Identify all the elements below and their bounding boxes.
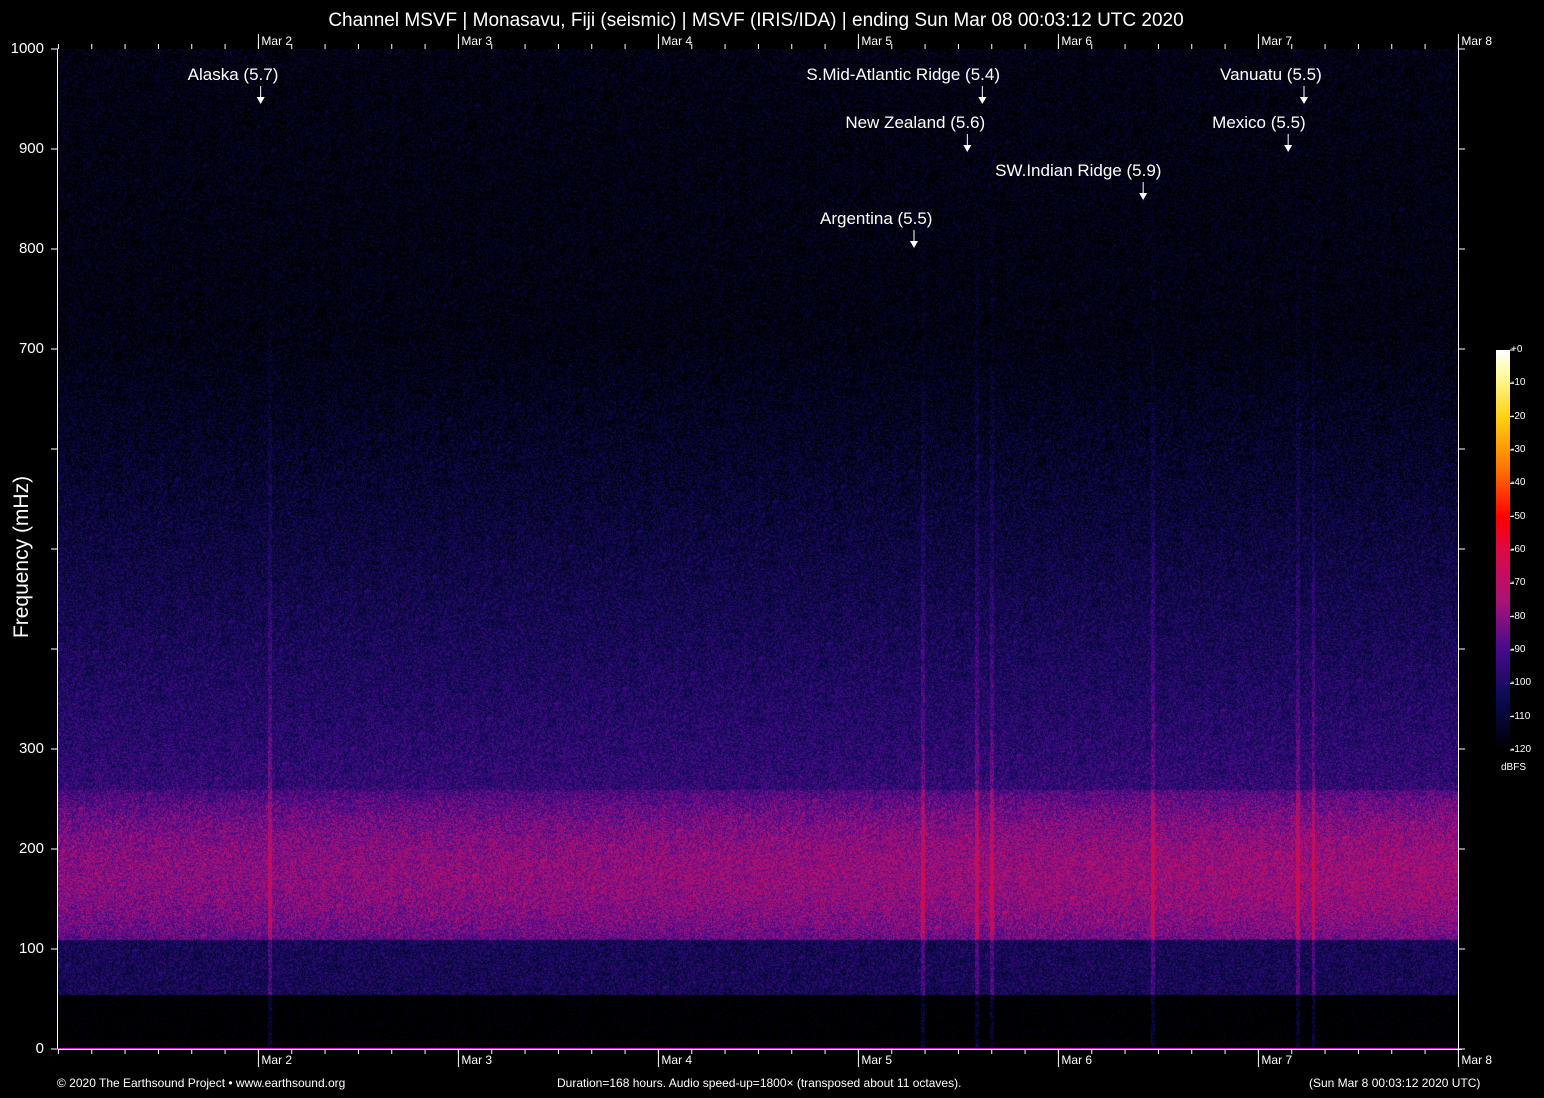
x-tick-label: Mar 8 (1461, 1053, 1493, 1067)
x-tick-label-top: Mar 8 (1461, 34, 1493, 48)
x-tick-label: Mar 2 (261, 1053, 293, 1067)
event-label: Argentina (5.5) (820, 209, 933, 228)
axes (51, 34, 1514, 1067)
colorbar-tick-label: -100 (1511, 677, 1532, 689)
event-arrow-head (910, 241, 918, 248)
event-label: Mexico (5.5) (1212, 113, 1306, 132)
event-label: New Zealand (5.6) (845, 113, 986, 132)
duration-info: Duration=168 hours. Audio speed-up=1800×… (557, 1076, 962, 1090)
event-arrow-head (1139, 193, 1148, 200)
colorbar-tick-label: -90 (1511, 644, 1526, 655)
x-tick-label-top: Mar 2 (261, 34, 293, 48)
x-tick-label: Mar 5 (861, 1053, 893, 1067)
copyright: © 2020 The Earthsound Project • www.eart… (57, 1076, 346, 1090)
end-timestamp: (Sun Mar 8 00:03:12 2020 UTC) (1309, 1076, 1481, 1090)
event-arrow-head (1284, 145, 1293, 152)
x-tick-label-top: Mar 6 (1061, 34, 1093, 48)
x-tick-label: Mar 4 (661, 1053, 693, 1067)
colorbar-tick-label: -30 (1511, 444, 1526, 455)
event-label: SW.Indian Ridge (5.9) (995, 161, 1162, 180)
event-label: Alaska (5.7) (187, 65, 279, 84)
colorbar-tick-label: -60 (1511, 544, 1526, 555)
colorbar-tick-label: -120 (1511, 744, 1532, 755)
colorbar-unit: dBFS (1501, 762, 1527, 773)
event-arrow-head (1300, 97, 1308, 104)
event-arrow-head (978, 97, 987, 104)
x-tick-label-top: Mar 7 (1261, 34, 1293, 48)
event-arrow-head (963, 145, 972, 152)
colorbar-tick-label: -80 (1511, 610, 1526, 622)
x-tick-label-top: Mar 5 (861, 34, 893, 48)
x-tick-label: Mar 6 (1061, 1053, 1093, 1067)
colorbar-tick-label: -50 (1511, 510, 1526, 522)
colorbar-tick-label: -110 (1511, 710, 1531, 722)
x-tick-label: Mar 7 (1261, 1053, 1293, 1067)
x-tick-label-top: Mar 4 (661, 34, 693, 48)
colorbar-tick-label: -20 (1511, 410, 1526, 422)
colorbar-tick-label: +0 (1511, 344, 1523, 355)
colorbar (1496, 350, 1510, 750)
colorbar-tick-label: -10 (1511, 377, 1526, 389)
colorbar-tick-label: -40 (1511, 477, 1526, 489)
event-arrow-head (256, 97, 265, 104)
event-label: Vanuatu (5.5) (1220, 65, 1322, 84)
event-label: S.Mid-Atlantic Ridge (5.4) (806, 65, 1001, 84)
x-tick-label: Mar 3 (461, 1053, 493, 1067)
colorbar-tick-label: -70 (1511, 577, 1526, 589)
x-tick-label-top: Mar 3 (461, 34, 493, 48)
